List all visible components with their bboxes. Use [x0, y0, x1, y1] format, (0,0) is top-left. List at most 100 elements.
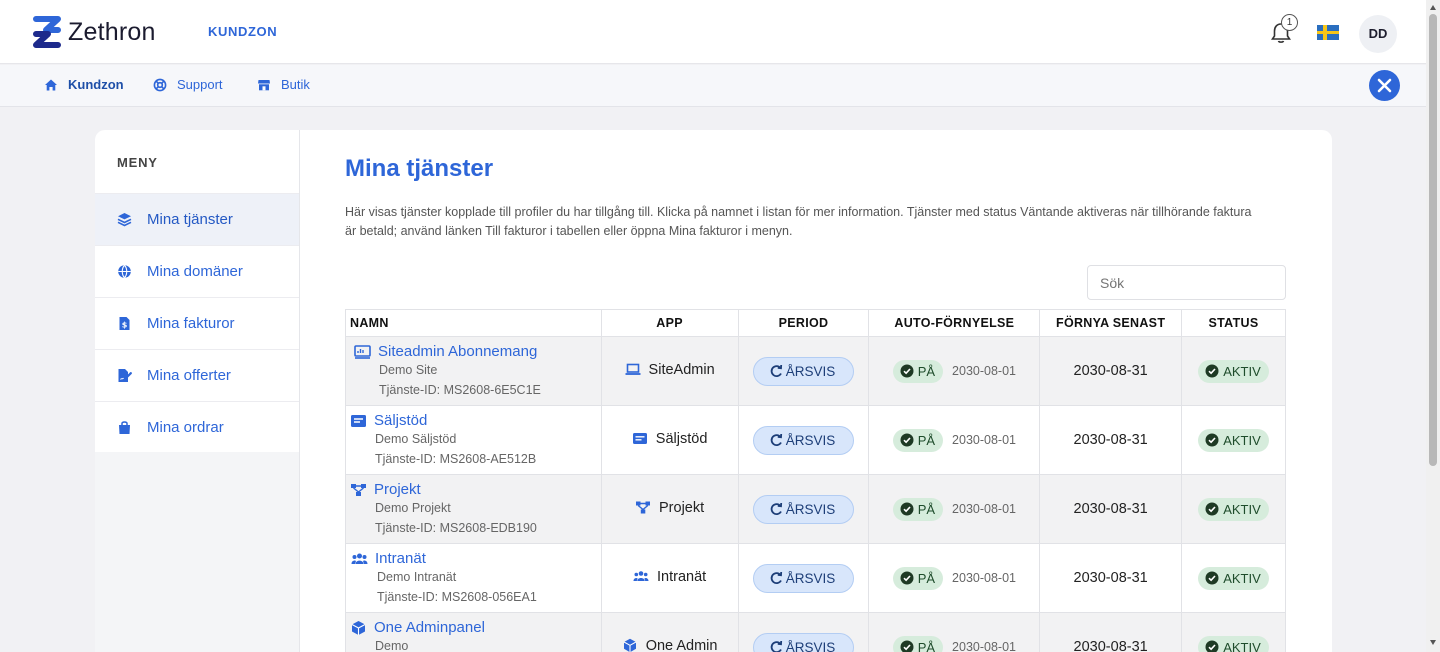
period-button[interactable]: ÅRSVIS: [752, 494, 855, 524]
auto-renew-date: 2030-08-01: [952, 640, 1016, 652]
menu-item-mina-domaner[interactable]: Mina domäner: [95, 245, 299, 297]
store-icon: [258, 79, 270, 90]
period-button[interactable]: ÅRSVIS: [752, 356, 855, 386]
invoice-icon: $: [119, 317, 130, 330]
shopping-bag-icon: [119, 421, 130, 434]
app-label: Intranät: [633, 569, 706, 585]
auto-renew-badge[interactable]: PÅ: [892, 497, 944, 521]
menu-item-mina-offerter[interactable]: Mina offerter: [95, 349, 299, 401]
table-row: Siteadmin Abonnemang Demo Site Tjänste-I…: [345, 336, 1286, 406]
auto-renew-badge[interactable]: PÅ: [892, 428, 944, 452]
auto-renew-badge[interactable]: PÅ: [892, 359, 944, 383]
refresh-icon: [770, 433, 782, 447]
period-cell: ÅRSVIS: [737, 543, 870, 613]
status-badge: AKTIV: [1198, 566, 1269, 590]
menu-item-mina-fakturor[interactable]: $ Mina fakturor: [95, 297, 299, 349]
auto-renew-label: PÅ: [917, 432, 936, 448]
column-header-status[interactable]: STATUS: [1181, 309, 1286, 337]
column-header-fornya-senast[interactable]: FÖRNYA SENAST: [1039, 309, 1183, 337]
auto-renew-date: 2030-08-01: [952, 364, 1016, 378]
auto-renew-badge[interactable]: PÅ: [892, 566, 944, 590]
services-card: MENY Mina tjänster Mina domäner $ Mina f…: [95, 130, 1332, 652]
app-name: Säljstöd: [655, 430, 708, 447]
menu-title: MENY: [117, 155, 158, 170]
auto-renew-date: 2030-08-01: [952, 502, 1016, 516]
table-row: Intranät Demo Intranät Tjänste-ID: MS260…: [345, 543, 1286, 613]
service-site: Demo Intranät: [377, 570, 457, 584]
column-header-auto-fornyelse[interactable]: AUTO-FÖRNYELSE: [868, 309, 1041, 337]
service-name: Intranät: [375, 550, 426, 567]
brand-logo[interactable]: Zethron: [32, 15, 156, 49]
table-row: One Adminpanel Demo One Admin ÅRSVIS PÅ …: [345, 612, 1286, 652]
message-icon: [632, 433, 647, 445]
table-row: Säljstöd Demo Säljstöd Tjänste-ID: MS260…: [345, 405, 1286, 475]
service-name: Säljstöd: [374, 412, 428, 429]
subnav-butik-label: Butik: [281, 77, 310, 92]
project-icon: [351, 483, 366, 496]
auto-renew-badge[interactable]: PÅ: [892, 635, 944, 652]
name-cell: Siteadmin Abonnemang Demo Site Tjänste-I…: [345, 336, 602, 406]
name-cell: One Adminpanel Demo: [345, 612, 602, 652]
column-header-app[interactable]: APP: [600, 309, 739, 337]
period-cell: ÅRSVIS: [737, 474, 870, 544]
subnav-kundzon[interactable]: Kundzon: [44, 77, 124, 92]
service-name-link[interactable]: One Adminpanel: [350, 619, 601, 636]
auto-renew: PÅ 2030-08-01: [892, 359, 1016, 383]
check-circle-icon: [1205, 640, 1219, 652]
renew-date-cell: 2030-08-31: [1039, 543, 1183, 613]
status-cell: AKTIV: [1181, 543, 1286, 613]
status-badge: AKTIV: [1198, 428, 1269, 452]
close-button[interactable]: [1369, 70, 1400, 101]
cube-icon: [351, 620, 366, 635]
menu-item-mina-tjanster[interactable]: Mina tjänster: [95, 193, 299, 245]
users-icon: [351, 553, 368, 564]
column-header-namn[interactable]: NAMN: [345, 309, 602, 337]
zone-label[interactable]: KUNDZON: [208, 24, 277, 39]
menu-item-mina-ordrar[interactable]: Mina ordrar: [95, 401, 299, 453]
service-site: Demo Site: [379, 363, 438, 377]
status-label: AKTIV: [1223, 501, 1261, 517]
scroll-down-arrow-icon[interactable]: [1430, 640, 1436, 645]
service-id: Tjänste-ID: MS2608-EDB190: [375, 521, 537, 535]
period-button[interactable]: ÅRSVIS: [752, 632, 855, 652]
laptop-icon: [625, 363, 641, 376]
renew-date-cell: 2030-08-31: [1039, 405, 1183, 475]
sweden-flag-icon[interactable]: [1317, 25, 1339, 40]
service-name-link[interactable]: Säljstöd: [350, 412, 601, 429]
column-header-period[interactable]: PERIOD: [737, 309, 870, 337]
scroll-up-arrow-icon[interactable]: [1430, 5, 1436, 10]
sub-navigation: Kundzon Support Butik: [0, 65, 1426, 107]
period-button[interactable]: ÅRSVIS: [752, 425, 855, 455]
menu-item-label: Mina tjänster: [147, 211, 233, 228]
search-input[interactable]: [1087, 265, 1286, 300]
menu-item-label: Mina fakturor: [147, 315, 235, 332]
app-label: SiteAdmin: [625, 362, 715, 378]
page-scrollbar[interactable]: [1426, 0, 1440, 652]
refresh-icon: [770, 640, 782, 652]
service-name-link[interactable]: Intranät: [351, 550, 601, 567]
home-icon: [45, 79, 57, 90]
service-name-link[interactable]: Projekt: [350, 481, 601, 498]
period-button[interactable]: ÅRSVIS: [752, 563, 855, 593]
check-circle-icon: [900, 364, 914, 378]
notification-badge: 1: [1281, 14, 1298, 31]
subnav-butik[interactable]: Butik: [257, 77, 310, 92]
status-label: AKTIV: [1223, 363, 1261, 379]
period-label: ÅRSVIS: [785, 501, 836, 517]
auto-renew: PÅ 2030-08-01: [892, 635, 1016, 652]
service-name-link[interactable]: Siteadmin Abonnemang: [354, 343, 601, 360]
status-badge: AKTIV: [1198, 635, 1269, 652]
check-circle-icon: [1205, 502, 1219, 516]
user-avatar[interactable]: DD: [1359, 15, 1397, 53]
app-cell: Säljstöd: [600, 405, 739, 475]
refresh-icon: [770, 502, 782, 516]
service-site: Demo Säljstöd: [375, 432, 457, 446]
scrollbar-thumb[interactable]: [1429, 14, 1437, 466]
check-circle-icon: [1205, 571, 1219, 585]
users-icon: [633, 571, 649, 582]
status-label: AKTIV: [1223, 639, 1261, 652]
svg-text:$: $: [122, 321, 128, 330]
check-circle-icon: [1205, 433, 1219, 447]
subnav-support[interactable]: Support: [153, 77, 223, 92]
menu-item-label: Mina ordrar: [147, 419, 224, 436]
